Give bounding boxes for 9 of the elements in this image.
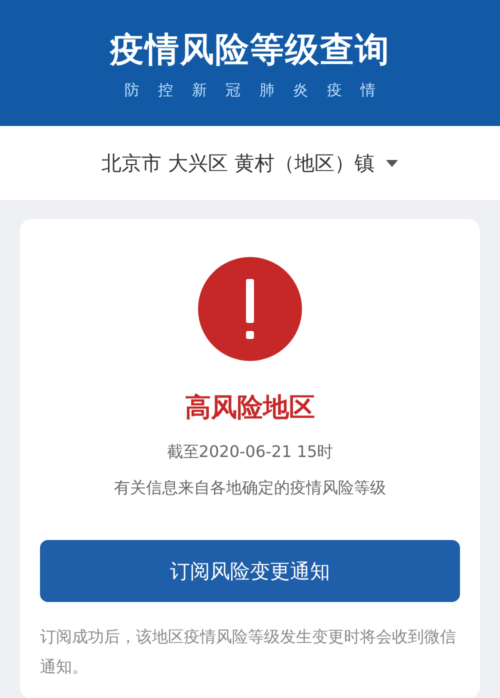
risk-level: 高风险地区	[185, 392, 315, 425]
page-title: 疫情风险等级查询	[110, 28, 390, 71]
location-dropdown[interactable]: 北京市 大兴区 黄村（地区）镇	[0, 126, 500, 200]
page-subtitle: 防 控 新 冠 肺 炎 疫 情	[123, 80, 383, 101]
subscribe-button[interactable]: 订阅风险变更通知	[40, 540, 460, 602]
as-of-time: 截至2020-06-21 15时	[166, 441, 334, 463]
subscribe-note: 订阅成功后，该地区疫情风险等级发生变更时将会收到微信通知。	[40, 626, 457, 678]
source-note: 有关信息来自各地确定的疫情风险等级	[114, 477, 386, 499]
caret-icon	[386, 160, 398, 166]
